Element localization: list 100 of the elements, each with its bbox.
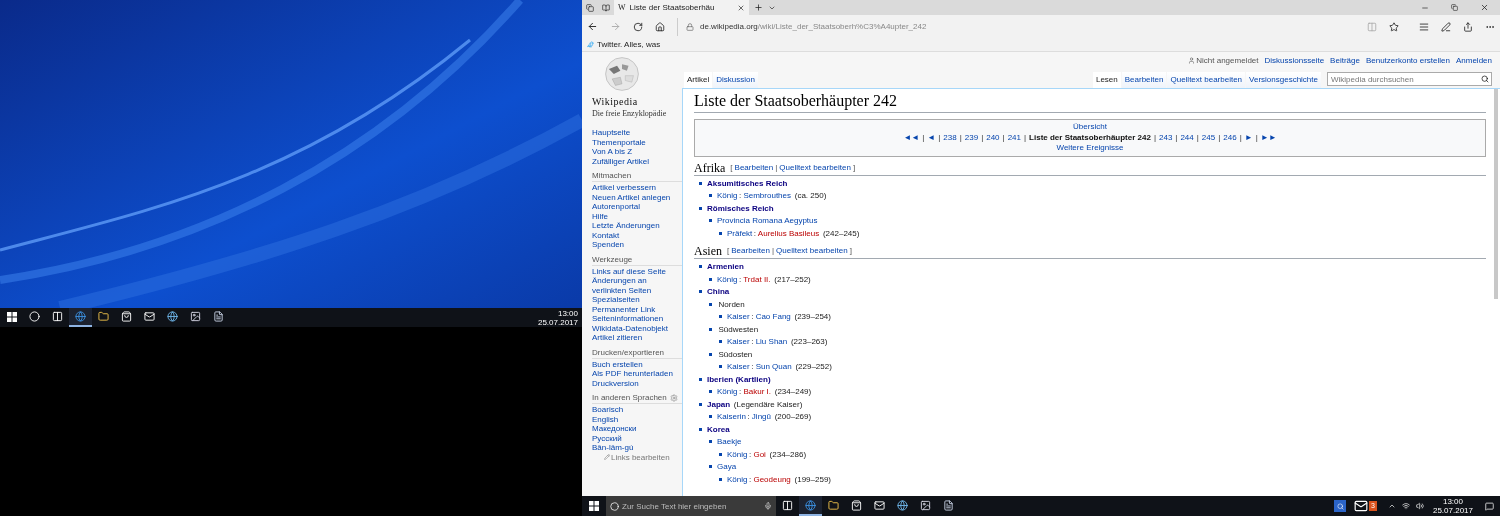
nav-link[interactable]: ◄◄ xyxy=(903,132,920,143)
account-link[interactable]: Benutzerkonto erstellen xyxy=(1365,54,1450,67)
article-link[interactable]: Iberien (Kartlien) xyxy=(707,374,771,384)
windows-logo-icon[interactable] xyxy=(589,501,599,511)
close-icon[interactable] xyxy=(737,3,745,12)
article-link[interactable]: Römisches Reich xyxy=(707,203,774,213)
search-icon[interactable] xyxy=(1481,75,1489,83)
sidebar-link[interactable]: Spenden xyxy=(592,240,682,250)
link[interactable]: König xyxy=(727,474,748,484)
sidebar-link[interactable]: Boarisch xyxy=(592,405,682,415)
sidebar-link[interactable]: Македонски xyxy=(592,424,682,434)
restore-icon[interactable] xyxy=(1451,4,1458,11)
search-tray-button[interactable] xyxy=(1334,500,1347,512)
missing-article-link[interactable]: Geodeung xyxy=(753,474,791,484)
network-icon[interactable] xyxy=(1401,502,1410,510)
link[interactable]: Kaiser xyxy=(727,337,750,346)
missing-article-link[interactable]: Goi xyxy=(753,449,766,459)
close-icon[interactable] xyxy=(1480,3,1489,12)
taskbar-search-field[interactable]: Zur Suche Text hier eingeben xyxy=(606,496,776,516)
link[interactable]: Kaiser xyxy=(727,362,750,371)
link[interactable]: Präfekt xyxy=(727,228,753,238)
sidebar-link[interactable]: Spezialseiten xyxy=(592,295,682,305)
page-tab[interactable]: Artikel xyxy=(684,72,713,88)
sidebar-link[interactable]: Von A bis Z xyxy=(592,147,682,157)
article-link[interactable]: China xyxy=(707,287,730,296)
sidebar-link[interactable]: Kontakt xyxy=(592,230,682,240)
search-field[interactable]: Wikipedia durchsuchen xyxy=(1327,72,1492,86)
sidebar-link[interactable]: Wikidata-Datenobjekt xyxy=(592,323,682,333)
link[interactable]: Kaiserin xyxy=(717,412,746,421)
tabs-icon[interactable] xyxy=(586,3,594,12)
new-tab-icon[interactable] xyxy=(754,3,763,12)
sidebar-link[interactable]: English xyxy=(592,414,682,424)
article-link[interactable]: Armenien xyxy=(707,262,744,271)
nav-link[interactable]: 238 xyxy=(943,132,957,143)
link[interactable]: Jingū xyxy=(751,412,771,421)
overview-link[interactable]: Übersicht xyxy=(1073,122,1107,133)
edit-link[interactable]: Bearbeiten xyxy=(731,245,770,257)
page-tab[interactable]: Lesen xyxy=(1092,72,1121,88)
volume-icon[interactable] xyxy=(1415,502,1424,510)
missing-article-link[interactable]: Trdat II. xyxy=(743,274,771,284)
account-link[interactable]: Anmelden xyxy=(1455,54,1492,67)
missing-article-link[interactable]: Aurelius Basileus xyxy=(757,228,820,238)
edit-link[interactable]: Quelltext bearbeiten xyxy=(779,161,851,174)
nav-link[interactable]: 244 xyxy=(1180,132,1194,143)
link[interactable]: König xyxy=(717,274,738,284)
sidebar-link[interactable]: Druckversion xyxy=(592,378,682,388)
link[interactable]: König xyxy=(717,191,738,200)
sidebar-link[interactable]: Seiteninformationen xyxy=(592,314,682,324)
sidebar-link[interactable]: Autorenportal xyxy=(592,202,682,212)
nav-link[interactable]: 246 xyxy=(1223,132,1237,143)
clock[interactable]: 13:00 25.07.2017 xyxy=(537,308,582,327)
link[interactable]: Kaiser xyxy=(727,312,750,321)
back-icon[interactable] xyxy=(587,21,598,32)
edit-link[interactable]: Bearbeiten xyxy=(734,161,774,174)
sidebar-link[interactable]: Artikel verbessern xyxy=(592,183,682,193)
nav-link[interactable]: 241 xyxy=(1007,132,1021,143)
link[interactable]: Sun Quan xyxy=(755,362,792,371)
sidebar-link[interactable]: Themenportale xyxy=(592,137,682,147)
article-link[interactable]: Japan xyxy=(707,399,731,409)
sidebar-link[interactable]: Permanenter Link xyxy=(592,304,682,314)
sidebar-link[interactable]: Artikel zitieren xyxy=(592,333,682,343)
missing-article-link[interactable]: Bakur I. xyxy=(743,387,771,396)
account-link[interactable]: Diskussionsseite xyxy=(1264,54,1325,67)
refresh-icon[interactable] xyxy=(633,21,643,32)
nav-link[interactable]: ►► xyxy=(1260,132,1277,143)
hub-icon[interactable] xyxy=(1419,21,1429,32)
browser-tab[interactable]: W Liste der Staatsoberhäu xyxy=(614,0,749,15)
article-link[interactable]: Aksumitisches Reich xyxy=(707,178,788,188)
star-icon[interactable] xyxy=(1389,21,1399,32)
favorite-link[interactable]: Twitter. Alles, was xyxy=(587,38,661,51)
link[interactable]: Cao Fang xyxy=(755,312,791,321)
share-icon[interactable] xyxy=(1463,21,1473,32)
scrollbar[interactable] xyxy=(1494,89,1498,299)
page-tab[interactable]: Bearbeiten xyxy=(1121,72,1167,88)
nav-link[interactable]: 239 xyxy=(964,132,979,143)
sidebar-link[interactable]: Hilfe xyxy=(592,211,682,221)
link[interactable]: König xyxy=(717,387,738,396)
notifications-icon[interactable] xyxy=(1485,501,1494,511)
page-tab[interactable]: Diskussion xyxy=(713,72,758,88)
nav-link[interactable]: 245 xyxy=(1201,132,1216,143)
page-tab[interactable]: Quelltext bearbeiten xyxy=(1167,72,1246,88)
book-icon[interactable] xyxy=(602,3,610,12)
edit-link[interactable]: Quelltext bearbeiten xyxy=(776,245,848,257)
sidebar-link[interactable]: Русский xyxy=(592,433,682,443)
sidebar-link[interactable]: Hauptseite xyxy=(592,128,682,138)
windows-logo-icon[interactable] xyxy=(6,311,17,322)
pen-icon[interactable] xyxy=(1441,21,1451,32)
page-tab[interactable]: Versionsgeschichte xyxy=(1246,72,1321,88)
sidebar-link[interactable]: Zufälliger Artikel xyxy=(592,156,682,166)
link[interactable]: Sembrouthes xyxy=(743,191,791,200)
link[interactable]: Baekje xyxy=(717,437,742,446)
sidebar-link[interactable]: Links auf diese Seite xyxy=(592,266,682,276)
nav-link[interactable]: 243 xyxy=(1159,132,1173,143)
link[interactable]: Gaya xyxy=(717,462,737,471)
edit-links-link[interactable]: Links bearbeiten xyxy=(611,452,670,462)
nav-link[interactable]: ► xyxy=(1244,132,1253,143)
microphone-icon[interactable] xyxy=(764,502,772,510)
link[interactable]: Provincia Romana Aegyptus xyxy=(717,216,818,225)
nav-link[interactable]: 240 xyxy=(986,132,1000,143)
account-link[interactable]: Beiträge xyxy=(1330,54,1360,67)
